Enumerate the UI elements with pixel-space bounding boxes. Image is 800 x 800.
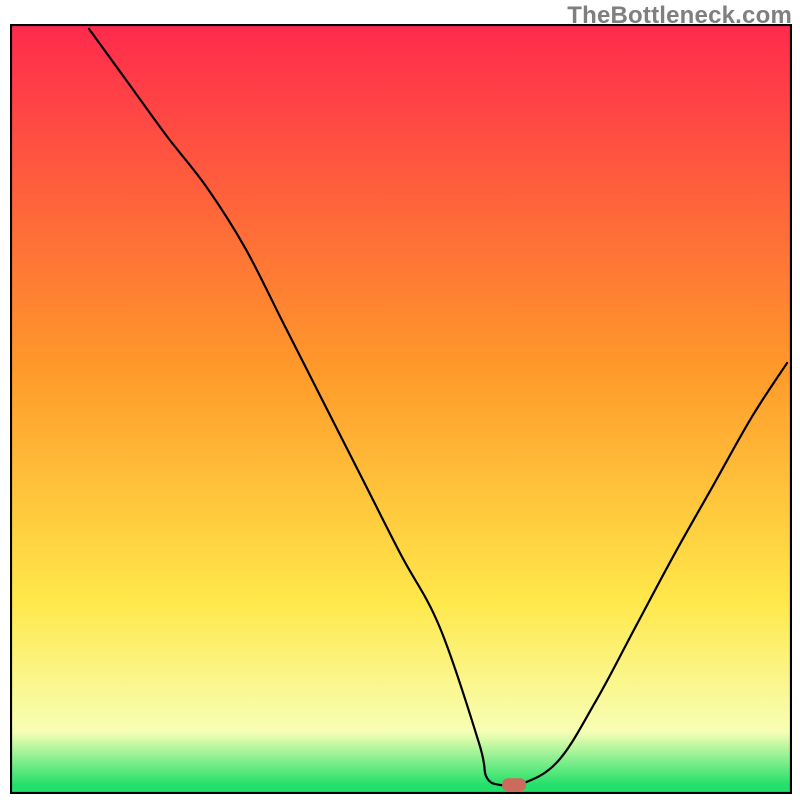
bottleneck-chart [10, 24, 792, 794]
chart-background [11, 25, 791, 793]
optimal-marker [502, 778, 526, 791]
